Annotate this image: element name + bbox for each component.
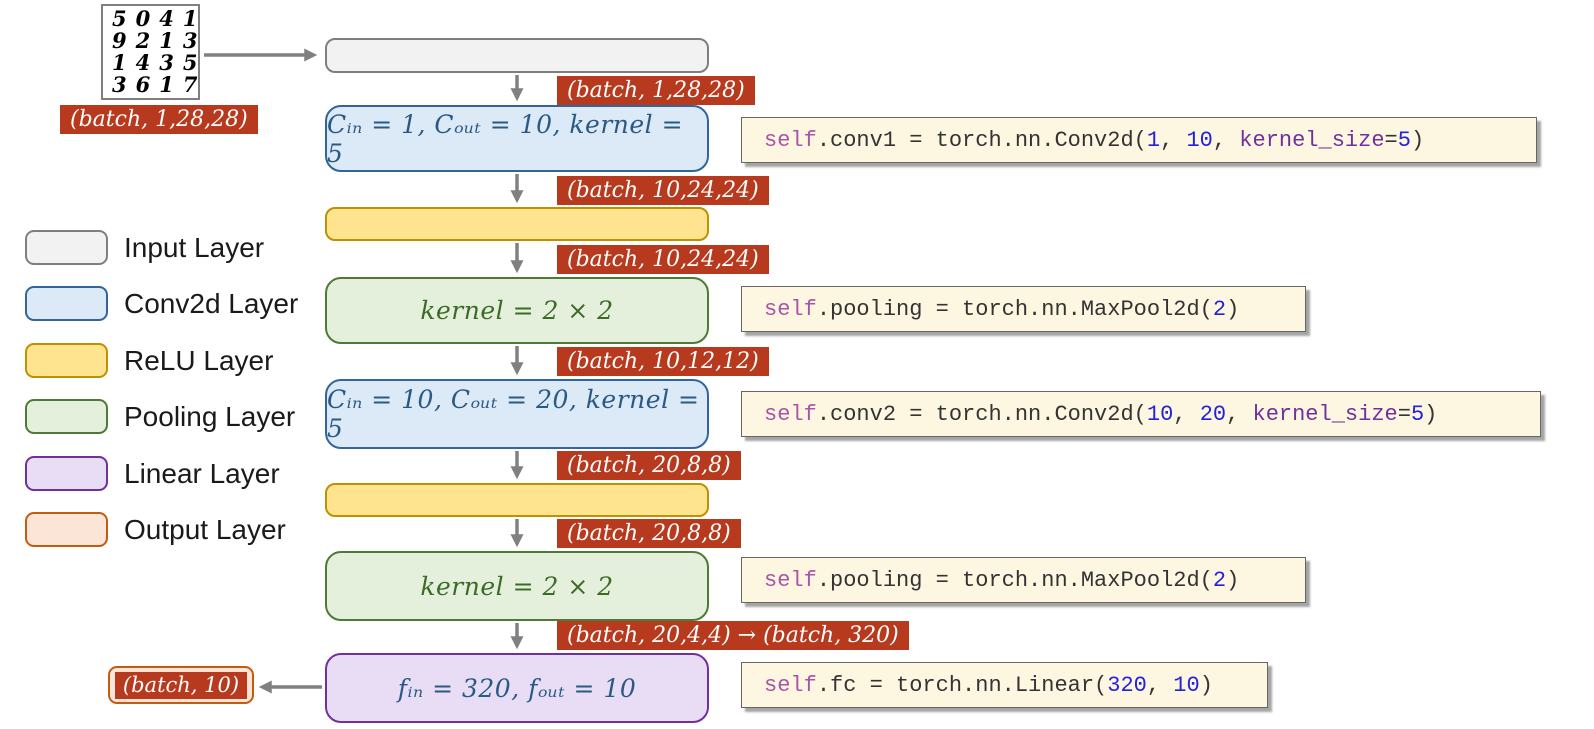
legend-label-output: Output Layer — [124, 513, 286, 545]
mnist-input-image: 5041 9213 1435 3617 — [101, 4, 200, 100]
legend-label-conv2d: Conv2d Layer — [124, 287, 299, 319]
legend-label-linear: Linear Layer — [124, 457, 280, 489]
legend-swatch-input — [25, 230, 108, 265]
pool1-params-label: kernel = 2 × 2 — [420, 296, 614, 325]
layer-box-fc: fᵢₙ = 320, fₒᵤₜ = 10 — [325, 653, 709, 723]
legend-swatch-output — [25, 512, 108, 547]
shape-badge-after-pool1: (batch, 10,12,12) — [557, 347, 769, 376]
code-box-fc: self .fc = torch.nn.Linear(320, 10) — [741, 662, 1268, 708]
layer-box-relu1 — [325, 207, 709, 241]
layer-box-pool2: kernel = 2 × 2 — [325, 551, 709, 621]
code-box-pool2: self .pooling = torch.nn.MaxPool2d(2) — [741, 557, 1306, 603]
shape-badge-input-image: (batch, 1,28,28) — [60, 105, 258, 134]
layer-box-relu2 — [325, 483, 709, 517]
legend-swatch-conv2d — [25, 286, 108, 321]
shape-badge-after-conv2: (batch, 20,8,8) — [557, 451, 741, 480]
conv1-params-label: Cᵢₙ = 1, Cₒᵤₜ = 10, kernel = 5 — [327, 109, 684, 168]
legend-swatch-pooling — [25, 399, 108, 434]
legend-item-input: Input Layer — [25, 230, 264, 265]
output-layer-box: (batch, 10) — [108, 666, 254, 704]
shape-badge-after-input: (batch, 1,28,28) — [557, 76, 755, 105]
legend-item-pooling: Pooling Layer — [25, 399, 295, 434]
shape-badge-after-relu2: (batch, 20,8,8) — [557, 519, 741, 548]
cnn-architecture-diagram: 5041 9213 1435 3617 (batch, 1,28,28) Cᵢₙ = … — [0, 0, 1594, 729]
fc-params-label: fᵢₙ = 320, fₒᵤₜ = 10 — [397, 673, 637, 703]
legend-item-linear: Linear Layer — [25, 456, 280, 491]
legend-swatch-relu — [25, 343, 108, 378]
legend-swatch-linear — [25, 456, 108, 491]
legend-item-conv2d: Conv2d Layer — [25, 286, 298, 321]
legend-item-output: Output Layer — [25, 512, 286, 547]
conv2-params-label: Cᵢₙ = 10, Cₒᵤₜ = 20, kernel = 5 — [327, 385, 700, 443]
code-box-conv2: self .conv2 = torch.nn.Conv2d(10, 20, ker… — [741, 391, 1541, 437]
shape-badge-flatten: (batch, 20,4,4) → (batch, 320) — [557, 621, 909, 650]
shape-badge-after-relu1: (batch, 10,24,24) — [557, 245, 769, 274]
layer-box-conv1: Cᵢₙ = 1, Cₒᵤₜ = 10, kernel = 5 — [325, 105, 709, 172]
layer-box-conv2: Cᵢₙ = 10, Cₒᵤₜ = 20, kernel = 5 — [325, 379, 709, 449]
legend-label-relu: ReLU Layer — [124, 344, 274, 376]
code-box-pool1: self .pooling = torch.nn.MaxPool2d(2) — [741, 286, 1306, 332]
pool2-params-label: kernel = 2 × 2 — [420, 571, 614, 601]
legend-label-pooling: Pooling Layer — [124, 400, 296, 432]
legend-label-input: Input Layer — [124, 231, 265, 263]
code-box-conv1: self .conv1 = torch.nn.Conv2d(1, 10, kern… — [741, 117, 1537, 163]
legend-item-relu: ReLU Layer — [25, 343, 273, 378]
layer-box-pool1: kernel = 2 × 2 — [325, 277, 709, 344]
shape-badge-after-conv1: (batch, 10,24,24) — [557, 176, 769, 205]
layer-box-input — [325, 38, 709, 73]
shape-badge-output: (batch, 10) — [114, 671, 248, 699]
